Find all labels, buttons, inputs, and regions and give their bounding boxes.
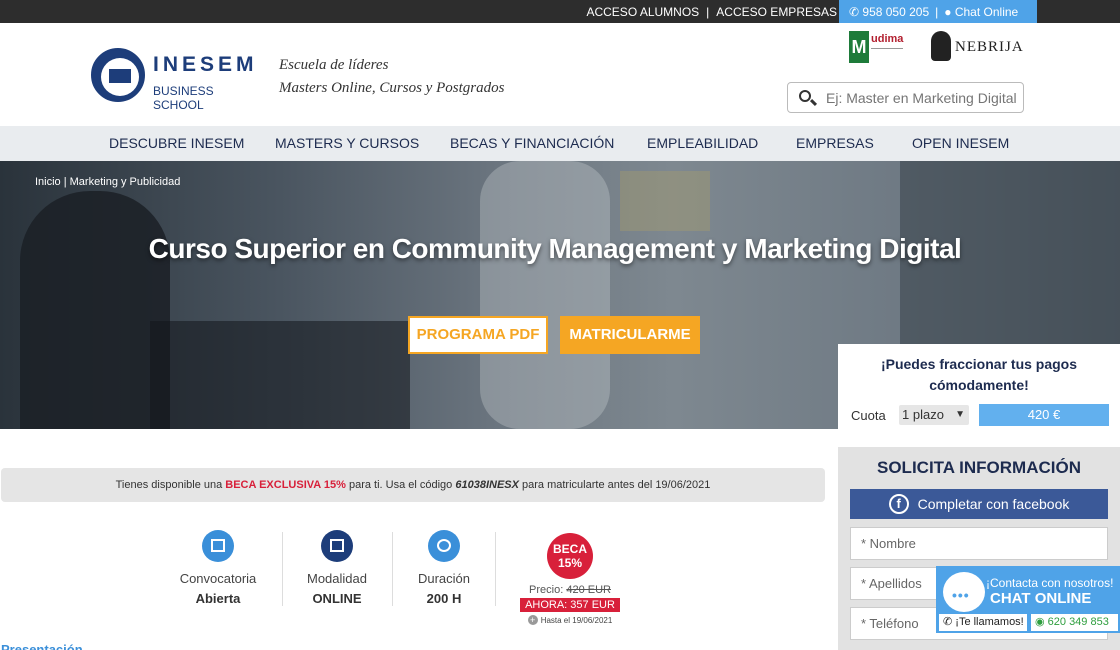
udima-text: udima bbox=[871, 33, 904, 45]
breadcrumb[interactable]: Inicio | Marketing y Publicidad bbox=[35, 176, 180, 188]
discounted-price: AHORA: 357 EUR bbox=[520, 598, 620, 612]
phone-icon: ✆ bbox=[943, 616, 956, 628]
form-title: SOLICITA INFORMACIÓN bbox=[877, 458, 1081, 477]
separator: | bbox=[706, 4, 710, 19]
section-title: Presentación bbox=[1, 642, 83, 650]
top-links: ACCESO ALUMNOS | ACCESO EMPRESAS bbox=[586, 0, 837, 23]
payment-title: ¡Puedes fraccionar tus pagos cómodamente… bbox=[880, 356, 1078, 393]
monitor-icon bbox=[321, 530, 353, 562]
main-nav: DESCUBRE INESEM MASTERS Y CURSOS BECAS Y… bbox=[0, 126, 1120, 161]
udima-logo[interactable]: M udima bbox=[849, 31, 909, 65]
inesem-logo[interactable]: INESEM BUSINESS SCHOOL bbox=[91, 48, 254, 112]
matricularme-button[interactable]: MATRICULARME bbox=[560, 316, 700, 354]
feature-modalidad: Modalidad ONLINE bbox=[282, 530, 392, 610]
acceso-alumnos-link[interactable]: ACCESO ALUMNOS bbox=[586, 5, 699, 19]
promo-code: 61038INESX bbox=[455, 479, 519, 491]
nebrija-logo[interactable]: NEBRIJA bbox=[931, 31, 1023, 63]
divider bbox=[495, 532, 496, 606]
logo-seal-icon bbox=[91, 48, 145, 102]
whatsapp-button[interactable]: ◉ 620 349 853 bbox=[1031, 614, 1118, 631]
clock-icon bbox=[428, 530, 460, 562]
chevron-down-icon: ▼ bbox=[955, 409, 965, 420]
nebrija-text: NEBRIJA bbox=[955, 39, 1024, 55]
nav-becas[interactable]: BECAS Y FINANCIACIÓN bbox=[450, 126, 614, 161]
logo-name: INESEM bbox=[153, 53, 258, 76]
acceso-empresas-link[interactable]: ACCESO EMPRESAS bbox=[716, 5, 837, 19]
nav-descubre[interactable]: DESCUBRE INESEM bbox=[109, 126, 244, 161]
chat-bubble-icon: ● bbox=[944, 4, 955, 19]
cuota-label: Cuota bbox=[851, 408, 886, 423]
beca-highlight: BECA EXCLUSIVA 15% bbox=[225, 479, 346, 491]
beca-banner: Tienes disponible una BECA EXCLUSIVA 15%… bbox=[1, 468, 825, 502]
facebook-button[interactable]: f Completar con facebook bbox=[850, 489, 1108, 519]
chat-title: CHAT ONLINE bbox=[990, 590, 1092, 607]
nav-empleabilidad[interactable]: EMPLEABILIDAD bbox=[647, 126, 758, 161]
feature-convocatoria: Convocatoria Abierta bbox=[163, 530, 273, 610]
callback-button[interactable]: ✆ ¡Te llamamos! bbox=[939, 614, 1027, 631]
chat-subtitle: ¡Contacta con nosotros! bbox=[986, 576, 1114, 590]
deadline: + Hasta el 19/06/2021 bbox=[520, 615, 620, 625]
phone-icon: ✆ bbox=[849, 4, 863, 19]
nav-empresas[interactable]: EMPRESAS bbox=[796, 126, 874, 161]
page-title: Curso Superior en Community Management y… bbox=[148, 233, 962, 264]
payment-panel: ¡Puedes fraccionar tus pagos cómodamente… bbox=[838, 344, 1120, 447]
separator: | bbox=[935, 4, 939, 19]
top-bar: ACCESO ALUMNOS | ACCESO EMPRESAS ✆ 958 0… bbox=[0, 0, 1120, 23]
udima-mark-icon: M bbox=[849, 31, 869, 63]
cuota-price: 420 € bbox=[979, 404, 1109, 426]
phone-link[interactable]: 958 050 205 bbox=[862, 5, 929, 19]
feature-duracion: Duración 200 H bbox=[389, 530, 499, 610]
chat-online-link[interactable]: Chat Online bbox=[955, 5, 1018, 19]
search-icon[interactable] bbox=[788, 82, 826, 113]
plus-icon[interactable]: + bbox=[527, 615, 538, 625]
search-input[interactable] bbox=[826, 89, 1021, 106]
nav-open-inesem[interactable]: OPEN INESEM bbox=[912, 126, 1009, 161]
logo-subtitle: BUSINESS SCHOOL bbox=[153, 84, 214, 112]
chat-widget[interactable]: ••• ¡Contacta con nosotros! CHAT ONLINE … bbox=[936, 566, 1120, 633]
search-box bbox=[787, 82, 1024, 113]
programa-pdf-button[interactable]: PROGRAMA PDF bbox=[408, 316, 548, 354]
chat-bubble-icon: ••• bbox=[943, 572, 985, 612]
nav-masters[interactable]: MASTERS Y CURSOS bbox=[275, 126, 419, 161]
original-price: Precio: 420 EUR bbox=[529, 584, 611, 596]
tagline: Escuela de líderes Masters Online, Curso… bbox=[279, 54, 504, 100]
facebook-icon: f bbox=[888, 494, 909, 514]
plazo-select[interactable]: 1 plazo ▼ bbox=[899, 405, 969, 425]
whatsapp-icon: ◉ bbox=[1035, 616, 1048, 628]
beca-badge: BECA 15% bbox=[547, 533, 593, 579]
page: ACCESO ALUMNOS | ACCESO EMPRESAS ✆ 958 0… bbox=[0, 0, 1120, 650]
contact-strip: ✆ 958 050 205 | ● Chat Online bbox=[839, 0, 1037, 23]
calendar-icon bbox=[202, 530, 234, 562]
nombre-field[interactable]: * Nombre bbox=[850, 527, 1108, 560]
tagline-line-1: Escuela de líderes bbox=[279, 57, 389, 73]
tagline-line-2: Masters Online, Cursos y Postgrados bbox=[279, 80, 505, 96]
nebrija-portrait-icon bbox=[931, 31, 951, 61]
